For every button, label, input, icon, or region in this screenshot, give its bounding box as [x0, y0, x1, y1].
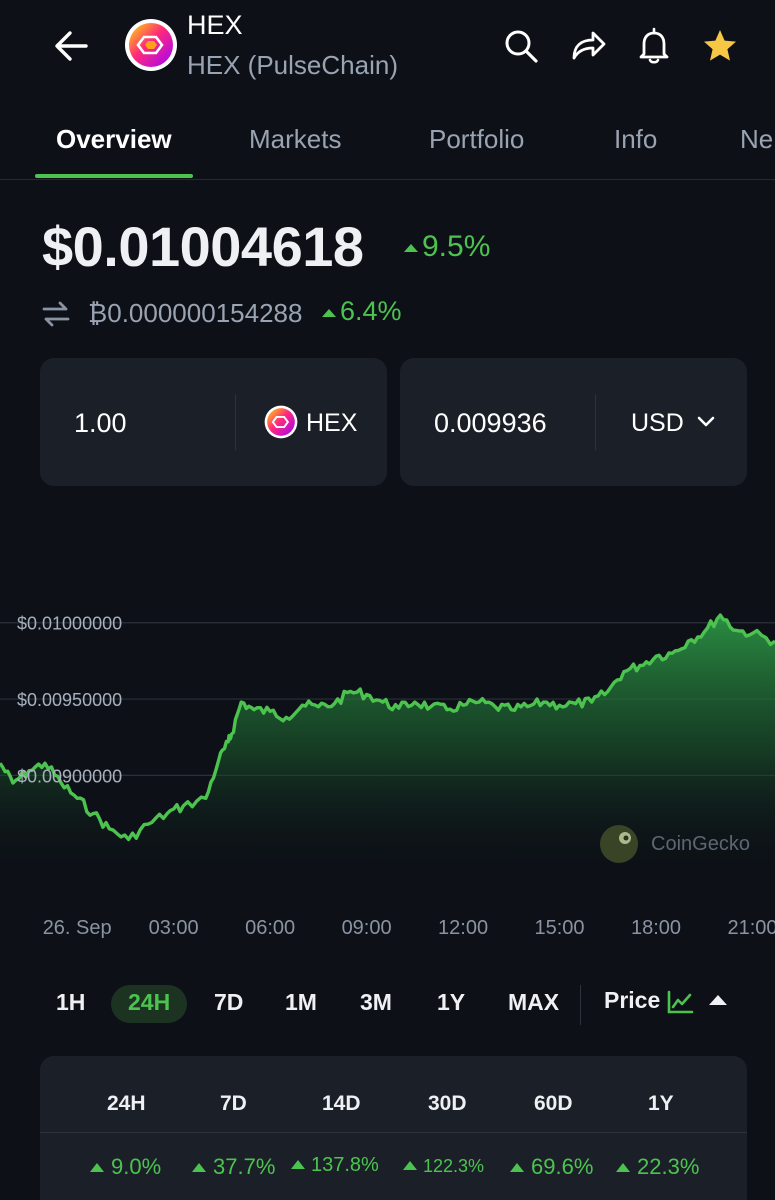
range-3m[interactable]: 3M [360, 989, 392, 1016]
swap-icon[interactable] [40, 298, 72, 330]
converter-coin-box: 1.00 HEX [40, 358, 387, 486]
x-tick-label: 12:00 [438, 917, 488, 939]
x-tick-label: 09:00 [342, 917, 392, 939]
perf-header-60d: 60D [534, 1092, 573, 1115]
btc-change-value: 6.4% [340, 296, 402, 326]
y-tick-label: $0.00900000 [17, 766, 122, 786]
x-tick-label: 18:00 [631, 917, 681, 939]
perf-header-24h: 24H [107, 1092, 146, 1115]
perf-value-24h: 9.0% [89, 1154, 161, 1180]
share-icon[interactable] [568, 26, 608, 66]
range-7d[interactable]: 7D [214, 989, 243, 1016]
perf-value-7d: 37.7% [191, 1154, 275, 1180]
x-tick-label: 26. Sep [43, 917, 112, 939]
perf-header-7d: 7D [220, 1092, 247, 1115]
range-selector: 1H 24H 7D 1M 3M 1Y MAX Price [0, 975, 775, 1035]
perf-value-text: 137.8% [311, 1154, 379, 1176]
caret-up-icon [510, 1163, 524, 1172]
range-1h[interactable]: 1H [56, 989, 85, 1016]
perf-header-14d: 14D [322, 1092, 361, 1115]
section-tabs: Overview Markets Portfolio Info Ne [0, 100, 775, 180]
perf-value-14d: 137.8% [290, 1154, 379, 1177]
perf-value-text: 9.0% [111, 1154, 162, 1179]
divider [595, 394, 596, 450]
star-icon[interactable] [700, 26, 740, 66]
range-24h[interactable]: 24H [128, 989, 170, 1016]
x-tick-label: 15:00 [535, 917, 585, 939]
hex-logo-icon [125, 19, 177, 71]
caret-up-icon [291, 1160, 305, 1169]
coin-subtitle: HEX (PulseChain) [187, 50, 398, 80]
perf-header-1y: 1Y [648, 1092, 674, 1115]
bell-icon[interactable] [634, 26, 674, 66]
y-tick-label: $0.01000000 [17, 614, 122, 634]
perf-value-text: 37.7% [213, 1154, 276, 1179]
perf-header-30d: 30D [428, 1092, 467, 1115]
search-icon[interactable] [501, 26, 541, 66]
perf-value-60d: 69.6% [509, 1154, 593, 1180]
coin-title: HEX [187, 10, 243, 40]
tab-overview[interactable]: Overview [56, 124, 172, 155]
perf-value-text: 122.3% [423, 1156, 485, 1176]
amount-input[interactable]: 1.00 [74, 408, 127, 439]
view-toggle[interactable]: Price [604, 987, 744, 1023]
current-price: $0.01004618 [42, 215, 364, 278]
view-label: Price [604, 987, 661, 1013]
caret-up-icon [192, 1163, 206, 1172]
chevron-down-icon [697, 416, 715, 427]
caret-up-icon [90, 1163, 104, 1172]
caret-up-icon [709, 995, 727, 1005]
coin-symbol: HEX [306, 409, 358, 437]
currency-label: USD [631, 409, 684, 437]
caret-up-icon [403, 1161, 417, 1170]
btc-price: ₿0.000000154288 [88, 298, 303, 328]
price-change-value: 9.5% [422, 230, 491, 263]
caret-up-icon [616, 1163, 630, 1172]
perf-value-30d: 122.3% [402, 1156, 484, 1177]
caret-up-icon [404, 244, 418, 253]
tab-portfolio[interactable]: Portfolio [429, 124, 524, 155]
range-1m[interactable]: 1M [285, 989, 317, 1016]
active-tab-indicator [35, 174, 193, 178]
range-max[interactable]: MAX [508, 989, 559, 1016]
caret-up-icon [322, 308, 336, 317]
currency-select[interactable]: USD [631, 409, 731, 441]
hex-logo-icon [264, 405, 298, 439]
btc-change: 6.4% [320, 296, 402, 327]
watermark-text: CoinGecko [651, 833, 750, 855]
converted-amount-input[interactable]: 0.009936 [434, 408, 547, 439]
chart-line-icon [667, 990, 694, 1014]
price-change: 9.5% [402, 230, 490, 264]
performance-table: 24H 7D 14D 30D 60D 1Y 9.0% 37.7% 137.8% … [40, 1056, 747, 1200]
x-tick-label: 21:00 [727, 917, 775, 939]
divider [40, 1132, 747, 1133]
x-tick-label: 06:00 [245, 917, 295, 939]
perf-value-text: 22.3% [637, 1154, 700, 1179]
tab-news[interactable]: Ne [740, 124, 773, 155]
range-1y[interactable]: 1Y [437, 989, 465, 1016]
converter-currency-box: 0.009936 USD [400, 358, 747, 486]
perf-value-1y: 22.3% [615, 1154, 699, 1180]
x-tick-label: 03:00 [149, 917, 199, 939]
price-chart[interactable]: $0.01000000 $0.00950000 $0.00900000 26. Se… [0, 560, 775, 950]
tab-info[interactable]: Info [614, 124, 657, 155]
tab-markets[interactable]: Markets [249, 124, 341, 155]
back-arrow-icon[interactable] [50, 24, 94, 68]
perf-value-text: 69.6% [531, 1154, 594, 1179]
divider [580, 985, 581, 1025]
app-header: HEX HEX (PulseChain) [0, 0, 775, 100]
y-tick-label: $0.00950000 [17, 690, 122, 710]
divider [235, 394, 236, 450]
